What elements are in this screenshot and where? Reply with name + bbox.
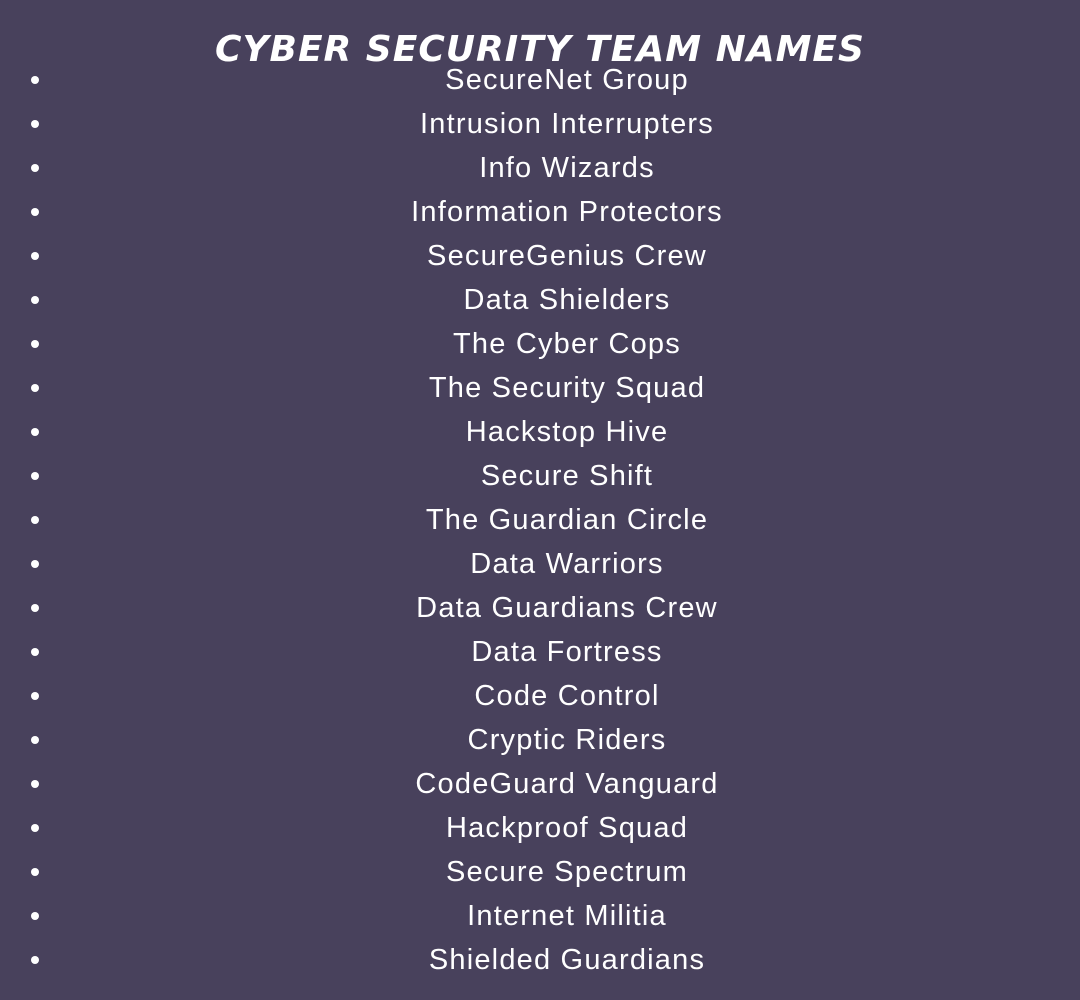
bullet-icon	[31, 648, 39, 656]
team-name: Data Guardians Crew	[416, 592, 718, 624]
team-name: Secure Shift	[480, 460, 654, 492]
list-item: Info Wizards	[0, 146, 1080, 190]
list-item: Code Control	[0, 674, 1080, 718]
team-name: The Guardian Circle	[425, 504, 709, 536]
list-item: SecureGenius Crew	[0, 234, 1080, 278]
team-name: Internet Militia	[467, 900, 667, 932]
list-item: Data Shielders	[0, 278, 1080, 322]
bullet-icon	[31, 208, 39, 216]
team-name: Data Warriors	[470, 548, 664, 580]
team-name: Hackproof Squad	[445, 812, 689, 844]
bullet-icon	[31, 472, 39, 480]
list-item: CodeGuard Vanguard	[0, 762, 1080, 806]
team-name: SecureGenius Crew	[427, 240, 707, 272]
team-name: Shielded Guardians	[428, 944, 706, 976]
list-item: The Cyber Cops	[0, 322, 1080, 366]
bullet-icon	[31, 428, 39, 436]
team-name: Cryptic Riders	[467, 724, 667, 756]
bullet-icon	[31, 76, 39, 84]
team-name: Information Protectors	[411, 196, 723, 228]
list-item: Data Warriors	[0, 542, 1080, 586]
team-name: Data Fortress	[471, 636, 663, 668]
team-name: Info Wizards	[479, 152, 655, 184]
list-item: Hackstop Hive	[0, 410, 1080, 454]
bullet-icon	[31, 780, 39, 788]
bullet-icon	[31, 120, 39, 128]
bullet-icon	[31, 296, 39, 304]
team-name: Data Shielders	[463, 284, 671, 316]
list-item: Data Fortress	[0, 630, 1080, 674]
bullet-icon	[31, 560, 39, 568]
list-item: The Security Squad	[0, 366, 1080, 410]
list-item: Cryptic Riders	[0, 718, 1080, 762]
team-names-list: SecureNet Group Intrusion Interrupters I…	[0, 58, 1080, 982]
bullet-icon	[31, 868, 39, 876]
list-item: Information Protectors	[0, 190, 1080, 234]
list-item: Internet Militia	[0, 894, 1080, 938]
team-name: Hackstop Hive	[465, 416, 669, 448]
bullet-icon	[31, 956, 39, 964]
list-item: Secure Shift	[0, 454, 1080, 498]
list-item: Hackproof Squad	[0, 806, 1080, 850]
bullet-icon	[31, 252, 39, 260]
team-name: SecureNet Group	[445, 64, 689, 96]
list-item: SecureNet Group	[0, 58, 1080, 102]
bullet-icon	[31, 516, 39, 524]
team-name: CodeGuard Vanguard	[415, 768, 719, 800]
team-name: Secure Spectrum	[445, 856, 689, 888]
list-item: Data Guardians Crew	[0, 586, 1080, 630]
bullet-icon	[31, 736, 39, 744]
bullet-icon	[31, 912, 39, 920]
list-item: Secure Spectrum	[0, 850, 1080, 894]
bullet-icon	[31, 604, 39, 612]
team-name: Code Control	[474, 680, 660, 712]
list-item: Intrusion Interrupters	[0, 102, 1080, 146]
team-name: The Cyber Cops	[453, 328, 681, 360]
bullet-icon	[31, 164, 39, 172]
list-item: The Guardian Circle	[0, 498, 1080, 542]
team-name: Intrusion Interrupters	[420, 108, 714, 140]
bullet-icon	[31, 384, 39, 392]
bullet-icon	[31, 692, 39, 700]
team-name: The Security Squad	[428, 372, 706, 404]
list-item: Shielded Guardians	[0, 938, 1080, 982]
bullet-icon	[31, 340, 39, 348]
bullet-icon	[31, 824, 39, 832]
